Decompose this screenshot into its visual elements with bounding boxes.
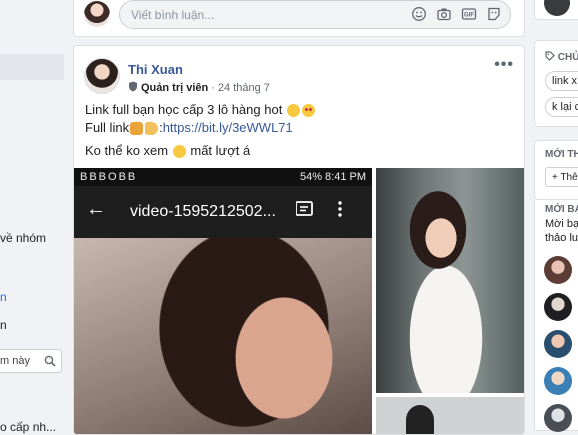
emoji-icon[interactable] bbox=[411, 6, 427, 22]
topics-card: CHỦ link x k lại c bbox=[534, 40, 578, 127]
post-line-3: Ko thể ko xem mất lượt á bbox=[85, 142, 316, 160]
avatar[interactable] bbox=[84, 1, 110, 27]
post-line-1-text: Link full bạn học cấp 3 lô hàng hot bbox=[85, 102, 283, 117]
left-sidebar: về nhóm n n m này o cấp nh... bbox=[0, 0, 64, 434]
avatar[interactable] bbox=[544, 0, 570, 16]
heart-eyes-emoji-icon bbox=[301, 103, 315, 117]
suggest-header: MỚI BẠ bbox=[545, 204, 578, 215]
post-link[interactable]: https://bit.ly/3eWWL71 bbox=[163, 119, 293, 137]
left-nav-item[interactable]: n bbox=[0, 318, 7, 332]
phone-status-left: BBBOBB bbox=[80, 171, 138, 183]
author-avatar[interactable] bbox=[84, 58, 120, 94]
smirk-emoji-icon bbox=[172, 144, 186, 158]
lion-emoji-icon bbox=[130, 121, 144, 135]
admin-shield-icon bbox=[128, 81, 138, 95]
avatar[interactable] bbox=[544, 404, 572, 432]
camera-icon[interactable] bbox=[436, 6, 452, 22]
avatar[interactable] bbox=[544, 293, 572, 321]
phone-video-title: video-1595212502... bbox=[130, 203, 276, 220]
suggest-text-1: Mời bạ bbox=[545, 218, 578, 230]
topic-chip[interactable]: link x bbox=[545, 71, 578, 91]
left-sidebar-selected-row[interactable] bbox=[0, 54, 64, 80]
comment-input[interactable]: Viết bình luận... GIF bbox=[119, 0, 511, 29]
post-photo-portrait[interactable] bbox=[376, 168, 524, 393]
left-nav-item-about[interactable]: về nhóm bbox=[0, 231, 46, 245]
suggest-text-2: thảo lu bbox=[545, 232, 578, 244]
previous-post-comment-bar: Viết bình luận... GIF bbox=[73, 0, 525, 37]
more-options-button[interactable]: ••• bbox=[494, 56, 514, 74]
post-date[interactable]: 24 tháng 7 bbox=[218, 82, 270, 94]
group-search-box[interactable]: m này bbox=[0, 349, 62, 373]
post-text: Link full bạn học cấp 3 lô hàng hot Full… bbox=[85, 101, 316, 160]
phone-status-right: 54% 8:41 PM bbox=[299, 171, 366, 183]
search-icon bbox=[44, 355, 56, 370]
comment-placeholder: Viết bình luận... bbox=[131, 8, 215, 22]
avatar[interactable] bbox=[544, 256, 572, 284]
phone-video-frame bbox=[74, 238, 372, 434]
topic-chip[interactable]: k lại c bbox=[545, 97, 578, 117]
right-card-top bbox=[534, 0, 578, 20]
author-role: Quản trị viên bbox=[141, 82, 209, 94]
meta-dot: · bbox=[211, 82, 215, 94]
post-line-2: Full link : https://bit.ly/3eWWL71 bbox=[85, 119, 316, 137]
phone-menu-icons bbox=[295, 200, 356, 223]
new-members-header: MỚI TH bbox=[545, 149, 578, 160]
back-arrow-icon: ← bbox=[86, 198, 106, 220]
avatar[interactable] bbox=[544, 330, 572, 358]
gif-icon[interactable]: GIF bbox=[461, 6, 477, 22]
post-line-3-suffix: mất lượt á bbox=[190, 143, 251, 158]
post-line-3-text: Ko thể ko xem bbox=[85, 143, 169, 158]
smirk-emoji-icon bbox=[286, 103, 300, 117]
group-search-label: m này bbox=[0, 355, 30, 367]
post-line-1: Link full bạn học cấp 3 lô hàng hot bbox=[85, 101, 316, 119]
suggest-card: MỚI BẠ Mời bạ thảo lu bbox=[534, 200, 578, 432]
post-photo-phone-screenshot[interactable]: BBBOBB 54% 8:41 PM ← video-1595212502... bbox=[74, 168, 372, 434]
right-sidebar: CHỦ link x k lại c MỚI TH + Thê MỚI BẠ M… bbox=[534, 0, 578, 432]
phone-video-title-bar: ← video-1595212502... bbox=[74, 186, 372, 238]
add-member-button[interactable]: + Thê bbox=[545, 167, 578, 187]
svg-text:GIF: GIF bbox=[464, 13, 474, 19]
post-meta: Quản trị viên · 24 tháng 7 bbox=[128, 81, 270, 95]
post-line-2-text: Full link bbox=[85, 120, 130, 135]
post-photo-third[interactable] bbox=[376, 397, 524, 434]
avatar[interactable] bbox=[544, 367, 572, 395]
tag-icon bbox=[545, 51, 555, 61]
new-members-card: MỚI TH + Thê bbox=[534, 140, 578, 200]
group-post: Thi Xuan Quản trị viên · 24 tháng 7 ••• … bbox=[73, 45, 525, 435]
phone-status-bar: BBBOBB 54% 8:41 PM bbox=[74, 168, 372, 186]
author-name[interactable]: Thi Xuan bbox=[128, 62, 183, 77]
sticker-icon[interactable] bbox=[486, 6, 502, 22]
left-nav-item[interactable]: n bbox=[0, 290, 7, 304]
left-nav-item-bottom[interactable]: o cấp nh... bbox=[0, 420, 56, 434]
pointing-hand-emoji-icon bbox=[145, 121, 159, 135]
topics-header: CHỦ bbox=[545, 51, 578, 63]
